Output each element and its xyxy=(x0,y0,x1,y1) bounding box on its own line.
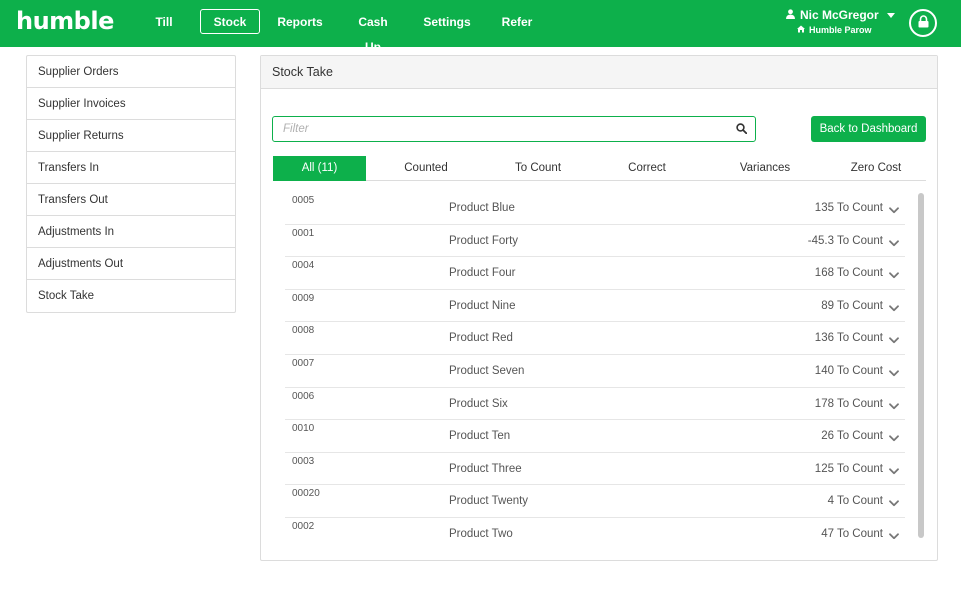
product-name: Product Blue xyxy=(449,202,515,214)
stock-take-tabs: All (11) Counted To Count Correct Varian… xyxy=(273,156,926,181)
sidebar-item-stock-take[interactable]: Stock Take xyxy=(27,280,235,312)
nav-cash-up[interactable]: Cash Up xyxy=(348,9,398,54)
chevron-down-icon[interactable] xyxy=(889,366,899,380)
stock-item-list: 0005 Product Blue 135 To Count 0001 Prod… xyxy=(285,192,905,539)
product-name: Product Ten xyxy=(449,430,511,443)
product-code: 0002 xyxy=(292,520,315,532)
chevron-down-icon[interactable] xyxy=(889,236,899,250)
nav-stock[interactable]: Stock xyxy=(200,9,260,34)
table-row[interactable]: 0008 Product Red 136 To Count xyxy=(285,322,905,355)
product-code: 0007 xyxy=(292,357,315,369)
panel-title: Stock Take xyxy=(261,56,937,89)
count-status: 178 To Count xyxy=(814,397,883,410)
tab-variances[interactable]: Variances xyxy=(722,156,808,181)
product-code: 0005 xyxy=(292,195,315,206)
product-code: 0009 xyxy=(292,292,315,304)
table-row[interactable]: 0007 Product Seven 140 To Count xyxy=(285,355,905,388)
product-code: 0008 xyxy=(292,325,315,337)
back-to-dashboard-button[interactable]: Back to Dashboard xyxy=(811,116,926,142)
list-scrollbar[interactable] xyxy=(918,193,924,538)
store-row: Humble Parow xyxy=(797,25,896,35)
user-name: Nic McGregor xyxy=(800,8,879,22)
sidebar-item-transfers-in[interactable]: Transfers In xyxy=(27,152,235,184)
count-status: 125 To Count xyxy=(814,462,883,475)
chevron-down-icon[interactable] xyxy=(889,203,899,217)
sidebar-item-adjustments-out[interactable]: Adjustments Out xyxy=(27,248,235,280)
tab-zero-cost[interactable]: Zero Cost xyxy=(833,156,919,181)
store-name: Humble Parow xyxy=(809,25,872,35)
nav-settings[interactable]: Settings xyxy=(422,9,472,34)
lock-button[interactable] xyxy=(909,9,937,37)
table-row[interactable]: 0010 Product Ten 26 To Count xyxy=(285,420,905,453)
product-name: Product Nine xyxy=(449,299,516,312)
product-code: 0004 xyxy=(292,260,315,272)
count-status: -45.3 To Count xyxy=(807,234,883,247)
nav-refer[interactable]: Refer xyxy=(498,9,536,34)
chevron-down-icon[interactable] xyxy=(889,333,899,347)
chevron-down-icon[interactable] xyxy=(889,496,899,510)
tab-counted[interactable]: Counted xyxy=(383,156,469,181)
product-name: Product Six xyxy=(449,397,508,410)
product-code: 0001 xyxy=(292,227,315,239)
product-code: 0003 xyxy=(292,455,315,467)
product-name: Product Three xyxy=(449,462,522,475)
product-name: Product Four xyxy=(449,267,516,280)
chevron-down-icon[interactable] xyxy=(889,464,899,478)
product-name: Product Two xyxy=(449,527,513,539)
sidebar-item-supplier-invoices[interactable]: Supplier Invoices xyxy=(27,88,235,120)
table-row[interactable]: 0002 Product Two 47 To Count xyxy=(285,518,905,539)
product-code: 0006 xyxy=(292,390,315,402)
count-status: 26 To Count xyxy=(821,430,883,443)
product-code: 0010 xyxy=(292,423,315,435)
count-status: 4 To Count xyxy=(827,495,883,508)
table-row[interactable]: 0009 Product Nine 89 To Count xyxy=(285,290,905,323)
tab-all[interactable]: All (11) xyxy=(273,156,366,181)
table-row[interactable]: 0004 Product Four 168 To Count xyxy=(285,257,905,290)
chevron-down-icon[interactable] xyxy=(889,268,899,282)
sidebar-item-supplier-orders[interactable]: Supplier Orders xyxy=(27,56,235,88)
count-status: 140 To Count xyxy=(814,364,883,377)
user-name-row[interactable]: Nic McGregor xyxy=(786,8,896,22)
product-code: 00020 xyxy=(292,488,320,500)
sidebar-item-supplier-returns[interactable]: Supplier Returns xyxy=(27,120,235,152)
tab-correct[interactable]: Correct xyxy=(604,156,690,181)
product-name: Product Seven xyxy=(449,364,525,377)
table-row[interactable]: 0005 Product Blue 135 To Count xyxy=(285,192,905,225)
stock-take-panel: Stock Take Back to Dashboard All (11) Co… xyxy=(260,55,938,561)
chevron-down-icon[interactable] xyxy=(889,529,899,539)
user-menu[interactable]: Nic McGregor Humble Parow xyxy=(786,8,896,35)
count-status: 135 To Count xyxy=(814,202,883,214)
filter-field[interactable] xyxy=(272,116,756,142)
table-row[interactable]: 0001 Product Forty -45.3 To Count xyxy=(285,225,905,258)
home-icon xyxy=(797,25,805,35)
count-status: 47 To Count xyxy=(821,527,883,539)
stock-sidebar: Supplier Orders Supplier Invoices Suppli… xyxy=(26,55,236,313)
filter-input[interactable] xyxy=(273,117,755,141)
chevron-down-icon[interactable] xyxy=(889,399,899,413)
sidebar-item-adjustments-in[interactable]: Adjustments In xyxy=(27,216,235,248)
lock-icon xyxy=(918,15,929,31)
count-status: 168 To Count xyxy=(814,267,883,280)
count-status: 136 To Count xyxy=(814,332,883,345)
user-icon xyxy=(786,8,795,22)
table-row[interactable]: 0006 Product Six 178 To Count xyxy=(285,388,905,421)
chevron-down-icon[interactable] xyxy=(889,301,899,315)
nav-reports[interactable]: Reports xyxy=(276,9,324,34)
product-name: Product Twenty xyxy=(449,495,529,508)
chevron-down-icon[interactable] xyxy=(889,431,899,445)
product-name: Product Red xyxy=(449,332,513,345)
nav-till[interactable]: Till xyxy=(146,9,182,34)
table-row[interactable]: 00020 Product Twenty 4 To Count xyxy=(285,485,905,518)
logo[interactable]: humble xyxy=(16,7,114,35)
sidebar-item-transfers-out[interactable]: Transfers Out xyxy=(27,184,235,216)
top-navbar: humble Till Stock Reports Cash Up Settin… xyxy=(0,0,961,54)
search-icon[interactable] xyxy=(736,123,748,137)
tab-to-count[interactable]: To Count xyxy=(495,156,581,181)
caret-down-icon xyxy=(886,12,895,18)
count-status: 89 To Count xyxy=(821,299,883,312)
table-row[interactable]: 0003 Product Three 125 To Count xyxy=(285,453,905,486)
product-name: Product Forty xyxy=(449,234,519,247)
